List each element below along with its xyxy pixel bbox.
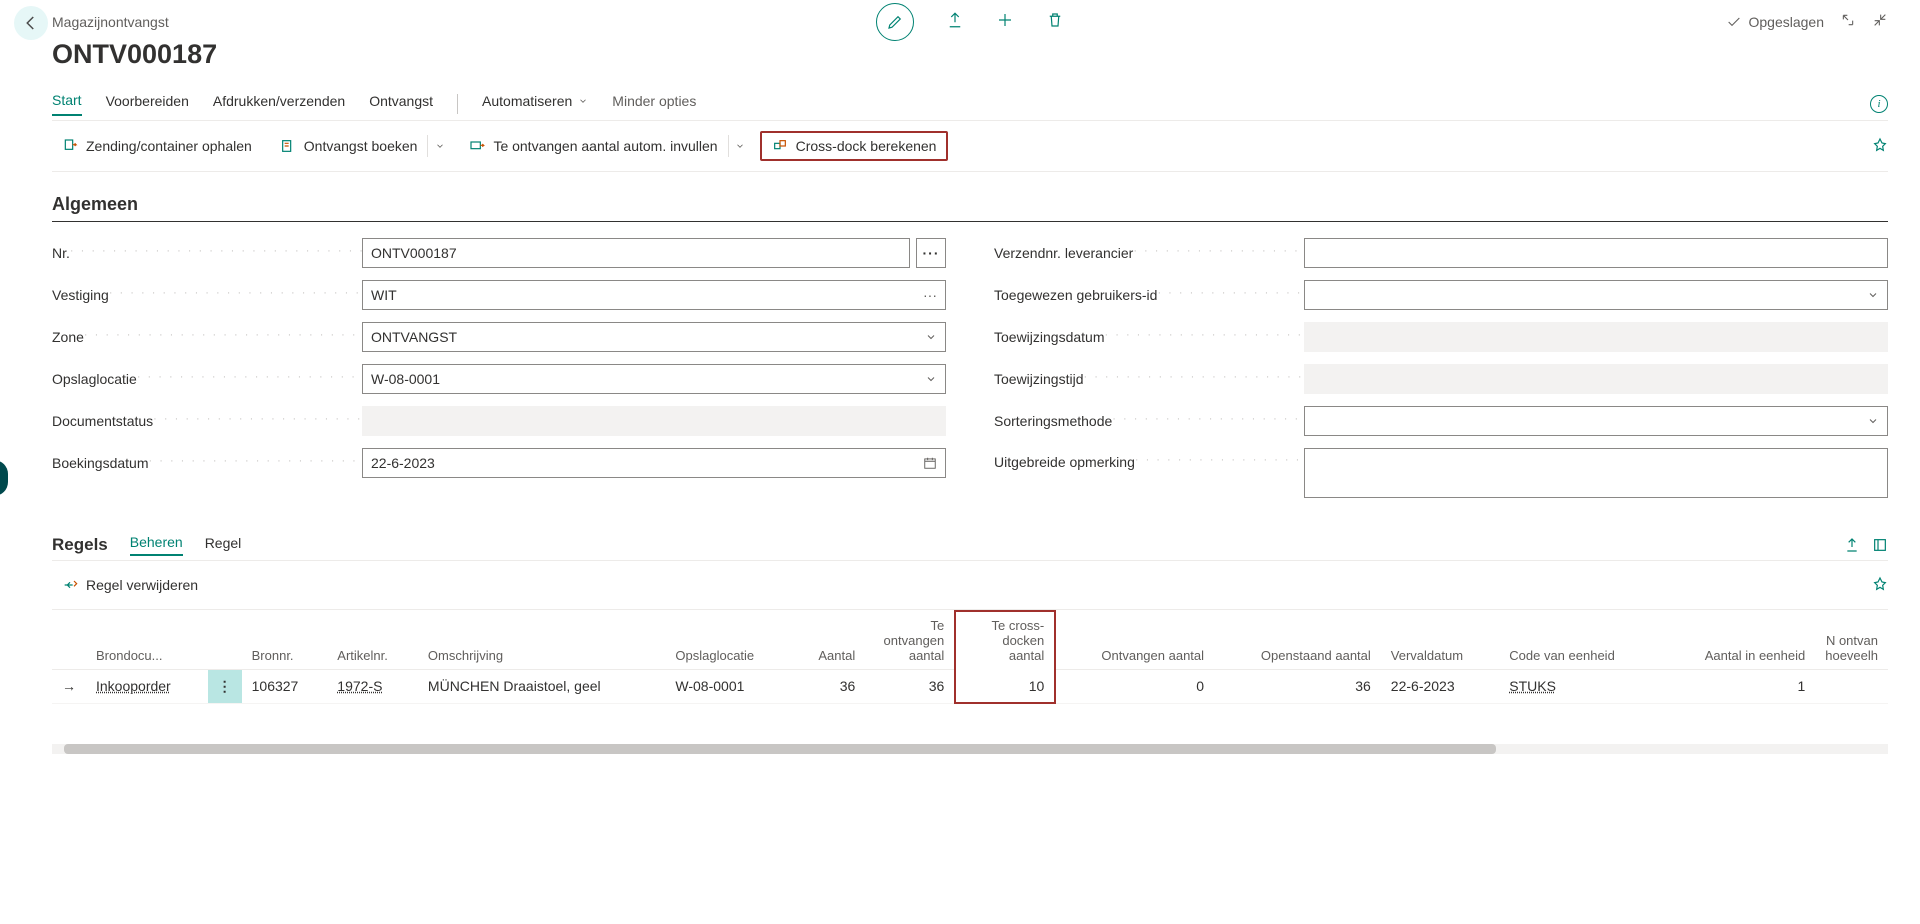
col-bronnr[interactable]: Bronnr. (242, 611, 328, 669)
cell-bronnr: 106327 (242, 669, 328, 703)
horizontal-scrollbar[interactable] (52, 744, 1888, 754)
popout-icon[interactable] (1840, 12, 1856, 31)
col-codevan[interactable]: Code van eenheid (1499, 611, 1660, 669)
pin-icon[interactable] (1872, 137, 1888, 156)
col-artikelnr[interactable]: Artikelnr. (327, 611, 418, 669)
row-menu-button[interactable]: ⋮ (208, 669, 242, 703)
input-vestiging[interactable]: WIT··· (362, 280, 946, 310)
input-documentstatus (362, 406, 946, 436)
col-teontvangen[interactable]: Te ontvangen aantal (865, 611, 955, 669)
col-openstaand[interactable]: Openstaand aantal (1214, 611, 1381, 669)
saved-label: Opgeslagen (1748, 14, 1824, 30)
cell-aantalin: 1 (1660, 669, 1815, 703)
label-toegewezen: Toegewezen gebruikers-id (994, 287, 1304, 303)
action-crossdock[interactable]: Cross-dock berekenen (760, 131, 949, 161)
tab-voorbereiden[interactable]: Voorbereiden (106, 93, 189, 115)
tab-automatiseren[interactable]: Automatiseren (482, 93, 588, 115)
crossdock-icon (772, 138, 788, 154)
col-ontvanh[interactable]: N ontvan hoeveelh (1815, 611, 1888, 669)
action-autofill-dropdown[interactable] (728, 135, 752, 157)
cell-ontvangen: 0 (1055, 669, 1214, 703)
lookup-nr-button[interactable]: ··· (916, 238, 946, 268)
calendar-icon (923, 456, 937, 470)
lines-table: Brondocu... Bronnr. Artikelnr. Omschrijv… (52, 610, 1888, 704)
input-boekingsdatum[interactable]: 22-6-2023 (362, 448, 946, 478)
label-opslaglocatie: Opslaglocatie (52, 371, 362, 387)
page-title: ONTV000187 (52, 39, 1888, 70)
action-regel-verwijderen[interactable]: Regel verwijderen (52, 571, 208, 599)
lines-tab-beheren[interactable]: Beheren (130, 534, 183, 556)
new-icon[interactable] (996, 11, 1014, 32)
action-ontvangst-boeken[interactable]: Ontvangst boeken (270, 132, 428, 160)
lines-tab-regel[interactable]: Regel (205, 535, 242, 555)
cell-artikelnr[interactable]: 1972-S (337, 678, 382, 694)
label-boekingsdatum: Boekingsdatum (52, 455, 362, 471)
ledger-icon (280, 138, 296, 154)
tab-divider (457, 94, 458, 114)
tabs-bar: Start Voorbereiden Afdrukken/verzenden O… (52, 92, 1888, 121)
input-toegewezen[interactable] (1304, 280, 1888, 310)
lines-title: Regels (52, 535, 108, 555)
tab-afdrukken[interactable]: Afdrukken/verzenden (213, 93, 345, 115)
col-tecross[interactable]: Te cross-docken aantal (955, 611, 1055, 669)
label-toewijzingstijd: Toewijzingstijd (994, 371, 1304, 387)
share-lines-icon[interactable] (1844, 537, 1860, 553)
label-vestiging: Vestiging (52, 287, 362, 303)
pin-lines-icon[interactable] (1872, 576, 1888, 595)
label-opmerking: Uitgebreide opmerking (994, 448, 1304, 470)
cell-vervaldatum: 22-6-2023 (1381, 669, 1499, 703)
label-sortering: Sorteringsmethode (994, 413, 1304, 429)
input-nr[interactable]: ONTV000187 (362, 238, 910, 268)
tab-minder-opties[interactable]: Minder opties (612, 93, 696, 115)
action-boeken-dropdown[interactable] (427, 135, 451, 157)
action-zending-ophalen[interactable]: Zending/container ophalen (52, 132, 262, 160)
delete-line-icon (62, 577, 78, 593)
input-toewijzingstijd (1304, 364, 1888, 394)
cell-aantal: 36 (792, 669, 865, 703)
cell-openstaand: 36 (1214, 669, 1381, 703)
saved-indicator: Opgeslagen (1726, 14, 1824, 30)
cell-opslag: W-08-0001 (665, 669, 792, 703)
autofill-icon (469, 138, 485, 154)
collapse-icon[interactable] (1872, 12, 1888, 31)
col-ontvangen[interactable]: Ontvangen aantal (1055, 611, 1214, 669)
section-general-title: Algemeen (52, 194, 1888, 222)
action-autofill[interactable]: Te ontvangen aantal autom. invullen (459, 132, 727, 160)
share-icon[interactable] (946, 11, 964, 32)
cell-codevan[interactable]: STUKS (1509, 678, 1556, 694)
col-omschrijving[interactable]: Omschrijving (418, 611, 665, 669)
table-row[interactable]: → Inkooporder ⋮ 106327 1972-S MÜNCHEN Dr… (52, 669, 1888, 703)
input-sortering[interactable] (1304, 406, 1888, 436)
breadcrumb: Magazijnontvangst (52, 14, 169, 30)
tab-ontvangst[interactable]: Ontvangst (369, 93, 433, 115)
maximize-lines-icon[interactable] (1872, 537, 1888, 553)
col-vervaldatum[interactable]: Vervaldatum (1381, 611, 1499, 669)
label-nr: Nr. (52, 245, 362, 261)
label-documentstatus: Documentstatus (52, 413, 362, 429)
col-brondoc[interactable]: Brondocu... (86, 611, 208, 669)
input-zone[interactable]: ONTVANGST (362, 322, 946, 352)
label-toewijzingsdatum: Toewijzingsdatum (994, 329, 1304, 345)
input-toewijzingsdatum (1304, 322, 1888, 352)
tab-start[interactable]: Start (52, 92, 82, 116)
delete-icon[interactable] (1046, 11, 1064, 32)
row-selector-icon[interactable]: → (52, 669, 86, 703)
col-opslag[interactable]: Opslaglocatie (665, 611, 792, 669)
label-verzendnr: Verzendnr. leverancier (994, 245, 1304, 261)
cell-omschrijving: MÜNCHEN Draaistoel, geel (418, 669, 665, 703)
cell-teontvangen[interactable]: 36 (865, 669, 955, 703)
col-aantalin[interactable]: Aantal in eenheid (1660, 611, 1815, 669)
info-icon[interactable]: i (1870, 95, 1888, 113)
edit-button[interactable] (876, 3, 914, 41)
col-aantal[interactable]: Aantal (792, 611, 865, 669)
input-opslaglocatie[interactable]: W-08-0001 (362, 364, 946, 394)
action-bar: Zending/container ophalen Ontvangst boek… (52, 121, 1888, 172)
input-verzendnr[interactable] (1304, 238, 1888, 268)
label-zone: Zone (52, 329, 362, 345)
back-button[interactable] (14, 6, 48, 40)
cell-tecross[interactable]: 10 (955, 669, 1055, 703)
cell-brondoc[interactable]: Inkooporder (96, 678, 171, 694)
input-opmerking[interactable] (1304, 448, 1888, 498)
document-arrow-icon (62, 138, 78, 154)
